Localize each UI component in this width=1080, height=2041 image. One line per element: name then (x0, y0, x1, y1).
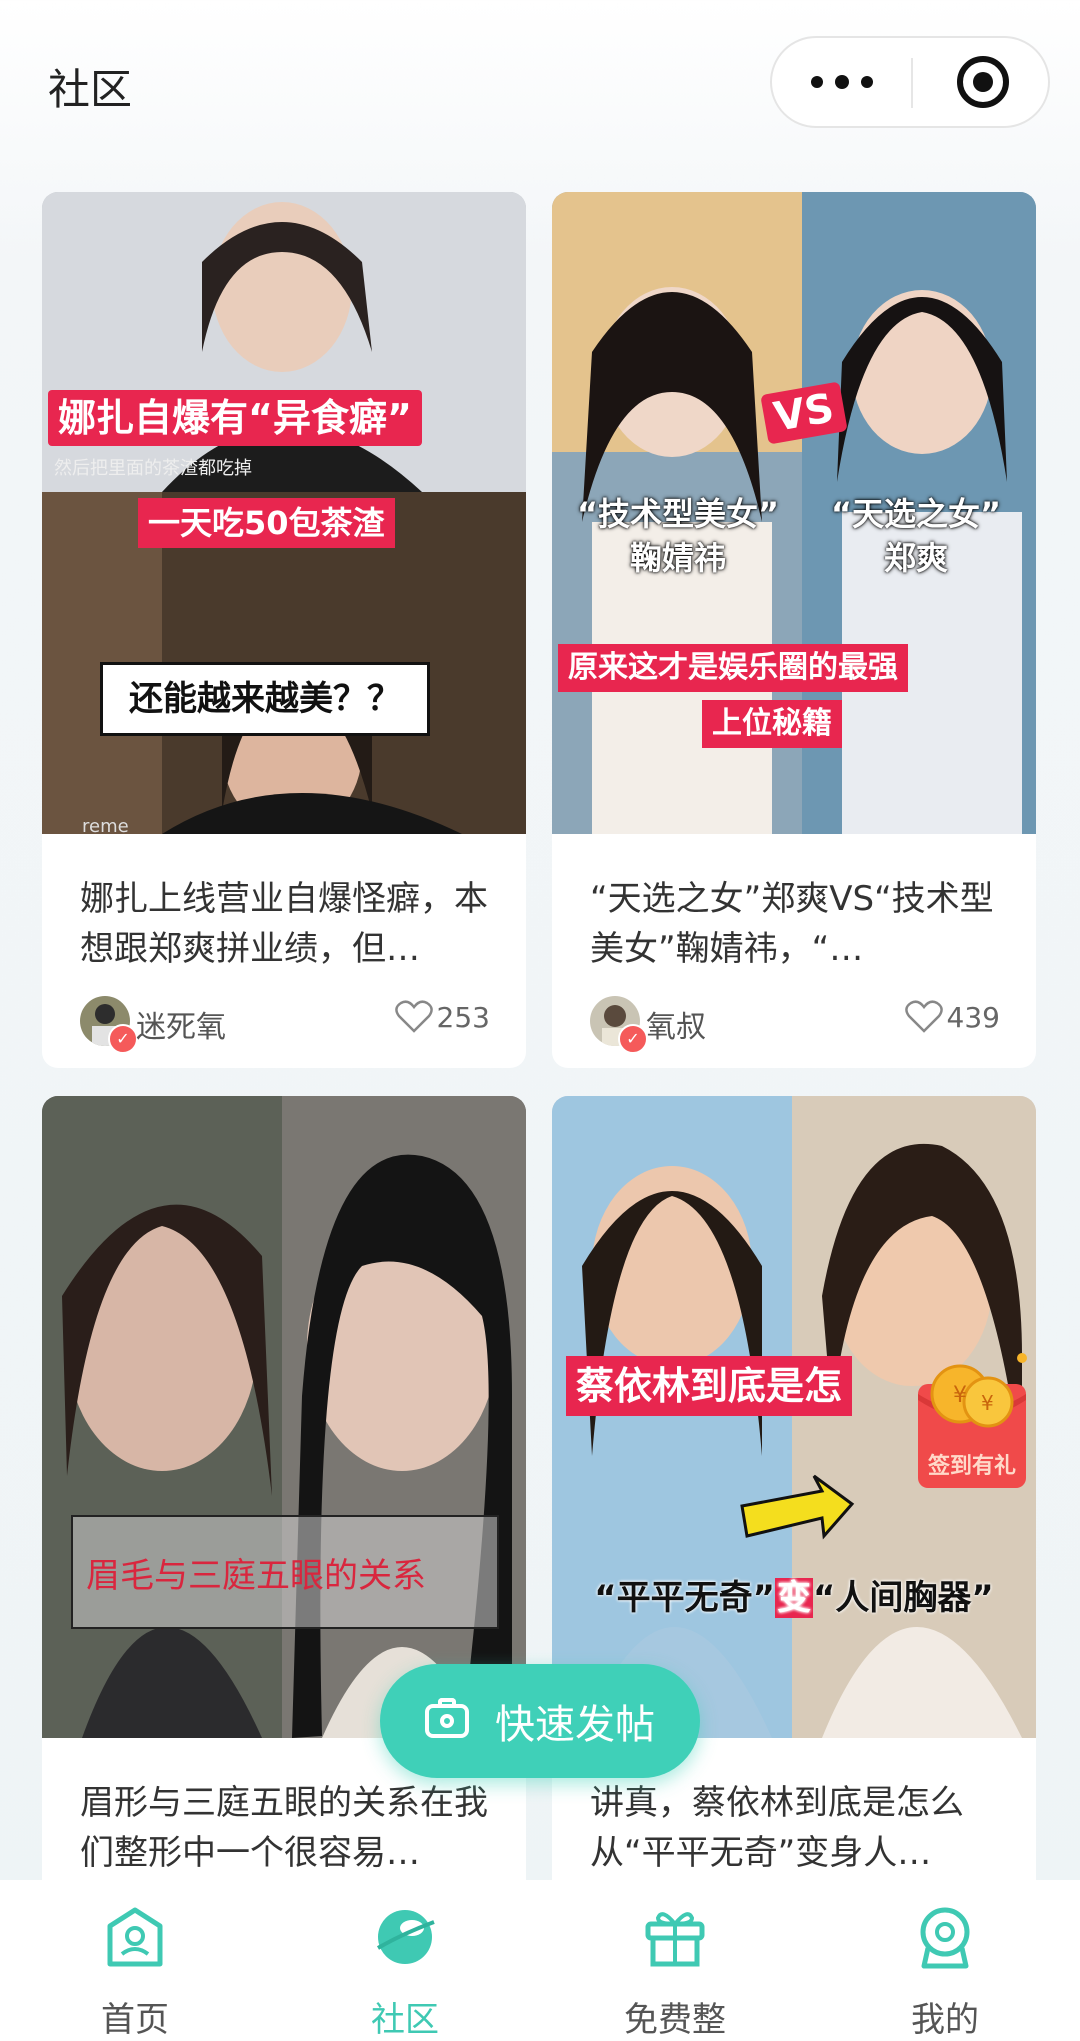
image-headline: 娜扎自爆有“异食癖” (48, 390, 422, 446)
image-bubble: 还能越来越美？？ (100, 662, 430, 736)
image-caption: 眉毛与三庭五眼的关系 (86, 1556, 426, 1596)
svg-text:¥: ¥ (981, 1391, 994, 1415)
heart-icon (904, 1000, 943, 1033)
page-title: 社区 (48, 65, 133, 114)
like-count[interactable]: 253 (394, 1000, 490, 1034)
profile-icon (920, 1907, 970, 1969)
image-brand-text: reme (82, 816, 129, 834)
gift-icon (645, 1912, 705, 1967)
image-band: 原来这才是娱乐圈的最强 (558, 644, 908, 692)
tab-free[interactable]: 免费整 (540, 1880, 810, 2040)
image-headline: 蔡依林到底是怎 (566, 1356, 853, 1416)
post-meta: ✓ 氧叔 439 (590, 996, 1000, 1056)
post-title: “天选之女”郑爽VS“技术型美女”鞠婧祎，“… (590, 879, 994, 969)
nav-header: 社区 (0, 0, 1080, 170)
image-caption: “平平无奇”变“人间胸器” (594, 1578, 994, 1618)
post-image: 眉毛与三庭五眼的关系 (42, 1096, 526, 1738)
post-title: 讲真，蔡依林到底是怎么从“平平无奇”变身人… (590, 1783, 964, 1873)
image-subtext: 然后把里面的茶渣都吃掉 (54, 458, 252, 479)
quick-post-button[interactable]: 快速发帖 (380, 1664, 700, 1778)
more-icon[interactable] (772, 38, 912, 126)
author-name[interactable]: 迷死氧 (136, 1002, 226, 1046)
home-icon (107, 1907, 163, 1967)
capsule-divider (911, 58, 913, 108)
post-image: reme 娜扎自爆有“异食癖” 然后把里面的茶渣都吃掉 一天吃50包茶渣 还能越… (42, 192, 526, 834)
tab-home[interactable]: 首页 (0, 1880, 270, 2040)
community-icon (376, 1910, 435, 1964)
verified-icon: ✓ (108, 1024, 138, 1054)
post-meta: ✓ 迷死氧 253 (80, 996, 490, 1056)
quick-post-label: 快速发帖 (495, 1702, 655, 1748)
post-card[interactable]: reme 娜扎自爆有“异食癖” 然后把里面的茶渣都吃掉 一天吃50包茶渣 还能越… (42, 192, 526, 1068)
svg-text:¥: ¥ (953, 1383, 967, 1408)
post-card[interactable]: VS “技术型美女” 鞠婧祎 “天选之女” 郑爽 原来这才是娱乐圈的最强 上位秘… (552, 192, 1036, 1068)
image-band: 一天吃50包茶渣 (138, 498, 395, 548)
image-left-caption: “技术型美女” 鞠婧祎 (576, 495, 780, 577)
author-name[interactable]: 氧叔 (646, 1002, 706, 1046)
tab-mine[interactable]: 我的 (810, 1880, 1080, 2040)
post-title: 娜扎上线营业自爆怪癖，本想跟郑爽拼业绩，但… (80, 879, 488, 969)
post-image: VS “技术型美女” 鞠婧祎 “天选之女” 郑爽 原来这才是娱乐圈的最强 上位秘… (552, 192, 1036, 834)
tab-community[interactable]: 社区 (270, 1880, 540, 2040)
close-target-icon[interactable] (957, 56, 1009, 108)
post-title: 眉形与三庭五眼的关系在我们整形中一个很容易… (80, 1783, 488, 1873)
heart-icon (394, 1000, 433, 1033)
camera-icon (425, 1698, 469, 1738)
mini-program-capsule (770, 36, 1050, 128)
verified-icon: ✓ (618, 1024, 648, 1054)
bottom-tab-bar: 首页 社区 免费整 我的 (0, 1880, 1080, 2040)
like-count[interactable]: 439 (904, 1000, 1000, 1034)
image-band: 上位秘籍 (702, 700, 842, 748)
sign-in-envelope[interactable]: ¥ ¥ 签到有礼 (910, 1344, 1034, 1494)
envelope-label: 签到有礼 (927, 1454, 1016, 1479)
image-right-caption: “天选之女” 郑爽 (830, 495, 1002, 577)
